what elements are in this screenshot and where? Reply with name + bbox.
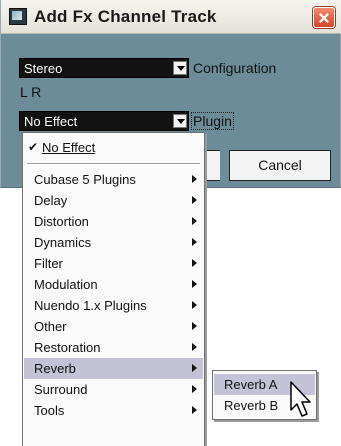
channels-label: L R xyxy=(20,84,42,100)
title-bar[interactable]: Add Fx Channel Track xyxy=(1,0,341,34)
chevron-right-icon xyxy=(192,175,197,183)
plugin-label: Plugin xyxy=(191,112,234,130)
configuration-select[interactable]: Stereo xyxy=(19,58,189,78)
menu-item-other[interactable]: Other xyxy=(24,316,203,337)
menu-item-reverb[interactable]: Reverb xyxy=(24,358,203,379)
plugin-select[interactable]: No Effect xyxy=(19,111,189,131)
cancel-button[interactable]: Cancel xyxy=(229,150,331,181)
chevron-right-icon xyxy=(192,364,197,372)
menu-item-tools[interactable]: Tools xyxy=(24,400,203,421)
chevron-right-icon xyxy=(192,217,197,225)
menu-separator xyxy=(27,163,200,165)
chevron-right-icon xyxy=(192,385,197,393)
menu-item-cubase-5-plugins[interactable]: Cubase 5 Plugins xyxy=(24,169,203,190)
menu-item-nuendo-plugins[interactable]: Nuendo 1.x Plugins xyxy=(24,295,203,316)
chevron-right-icon xyxy=(192,343,197,351)
configuration-select-value: Stereo xyxy=(24,61,63,76)
chevron-right-icon xyxy=(192,196,197,204)
mouse-cursor-icon xyxy=(290,381,311,417)
plugin-dropdown-menu: ✔ No Effect Cubase 5 Plugins Delay Disto… xyxy=(22,132,205,446)
menu-item-distortion[interactable]: Distortion xyxy=(24,211,203,232)
menu-item-filter[interactable]: Filter xyxy=(24,253,203,274)
chevron-right-icon xyxy=(192,406,197,414)
chevron-right-icon xyxy=(192,322,197,330)
menu-item-surround[interactable]: Surround xyxy=(24,379,203,400)
dialog-title: Add Fx Channel Track xyxy=(34,7,217,26)
app-icon xyxy=(9,8,27,25)
close-button[interactable] xyxy=(313,7,335,28)
chevron-down-icon[interactable] xyxy=(173,61,187,75)
menu-item-restoration[interactable]: Restoration xyxy=(24,337,203,358)
menu-item-modulation[interactable]: Modulation xyxy=(24,274,203,295)
configuration-label: Configuration xyxy=(193,60,277,76)
ok-button[interactable] xyxy=(206,150,220,181)
checkmark-icon: ✔ xyxy=(28,140,39,154)
menu-item-dynamics[interactable]: Dynamics xyxy=(24,232,203,253)
chevron-right-icon xyxy=(192,301,197,309)
menu-item-delay[interactable]: Delay xyxy=(24,190,203,211)
chevron-down-icon[interactable] xyxy=(173,114,187,128)
chevron-right-icon xyxy=(192,259,197,267)
chevron-right-icon xyxy=(192,238,197,246)
menu-item-no-effect[interactable]: ✔ No Effect xyxy=(24,137,203,158)
plugin-select-value: No Effect xyxy=(24,114,78,129)
chevron-right-icon xyxy=(192,280,197,288)
